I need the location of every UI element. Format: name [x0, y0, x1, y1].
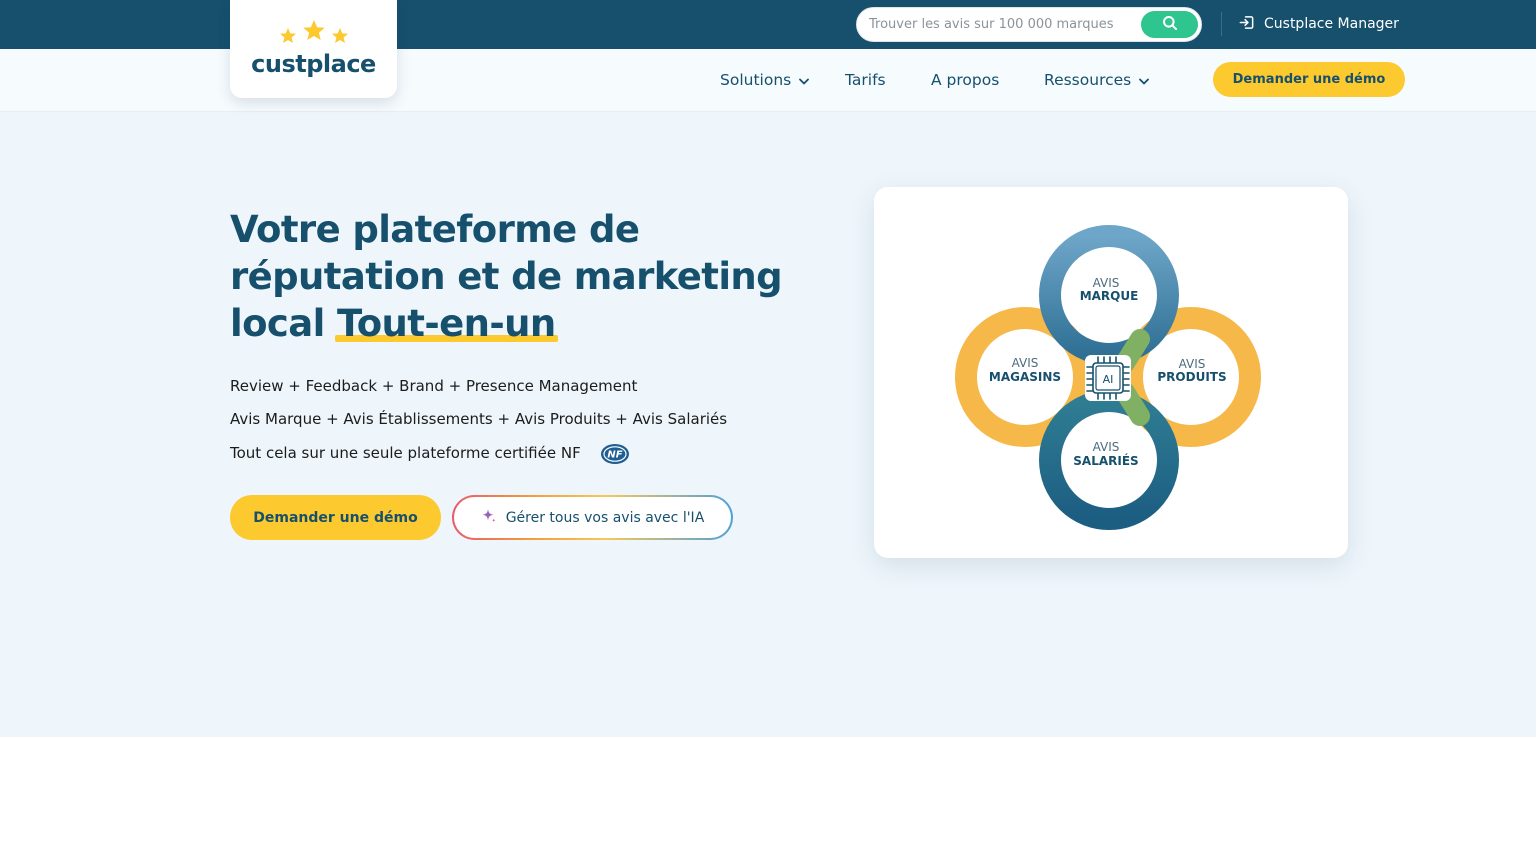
hero-title: Votre plateforme de réputation et de mar… [230, 206, 830, 347]
nav-a-propos-label: A propos [931, 71, 1000, 89]
logo-text: custplace [251, 50, 376, 78]
petal-magasins-top: AVIS [1012, 356, 1039, 370]
hero-line-1: Review + Feedback + Brand + Presence Man… [230, 377, 638, 395]
petal-produits-label: PRODUITS [1157, 370, 1226, 384]
sparkle-icon [481, 508, 497, 528]
search-button[interactable] [1141, 11, 1198, 38]
hero-wave-divider [0, 773, 1536, 849]
topbar-divider [1221, 12, 1222, 36]
hero-line-3: Tout cela sur une seule plateforme certi… [230, 444, 581, 462]
nf-certification-icon: NF [601, 444, 629, 464]
ai-reviews-diagram: AI AVIS MARQUE AVIS MAGASINS AVIS PRODUI… [874, 187, 1348, 558]
hero-title-highlight: Tout-en-un [334, 302, 558, 345]
ai-chip-icon: AI [1085, 355, 1131, 401]
logo-stars-icon [280, 20, 348, 43]
nf-badge-text: NF [607, 450, 622, 461]
nav-ressources[interactable]: Ressources [1044, 69, 1150, 91]
nav-tarifs[interactable]: Tarifs [845, 69, 886, 91]
hero-line-2: Avis Marque + Avis Établissements + Avis… [230, 410, 728, 428]
nav-solutions[interactable]: Solutions [720, 69, 810, 91]
nav-solutions-label: Solutions [720, 71, 792, 89]
nav-ressources-label: Ressources [1044, 71, 1132, 89]
nav-tarifs-label: Tarifs [845, 71, 886, 89]
custplace-logo[interactable]: custplace [230, 0, 397, 98]
search-input[interactable] [869, 8, 1139, 41]
ai-chip-label: AI [1103, 373, 1114, 386]
search-bar [856, 7, 1202, 42]
petal-produits-top: AVIS [1179, 357, 1206, 371]
petal-magasins-label: MAGASINS [989, 370, 1061, 384]
petal-marque-label: MARQUE [1080, 289, 1139, 303]
custplace-manager-label: Custplace Manager [1264, 16, 1399, 32]
petal-marque-top: AVIS [1093, 276, 1120, 290]
hero-demo-button[interactable]: Demander une démo [230, 495, 441, 540]
manage-reviews-ai-label: Gérer tous vos avis avec l'IA [505, 509, 705, 526]
custplace-manager-link[interactable]: Custplace Manager [1238, 13, 1399, 35]
chevron-down-icon [1139, 71, 1150, 89]
nav-demo-button[interactable]: Demander une démo [1213, 62, 1405, 97]
petal-salaries-top: AVIS [1093, 440, 1120, 454]
search-icon [1162, 15, 1178, 34]
nav-a-propos[interactable]: A propos [931, 69, 999, 91]
login-icon [1238, 14, 1255, 35]
chevron-down-icon [799, 71, 810, 89]
petal-salaries-label: SALARIÉS [1073, 453, 1138, 468]
manage-reviews-ai-button[interactable]: Gérer tous vos avis avec l'IA [452, 495, 733, 540]
